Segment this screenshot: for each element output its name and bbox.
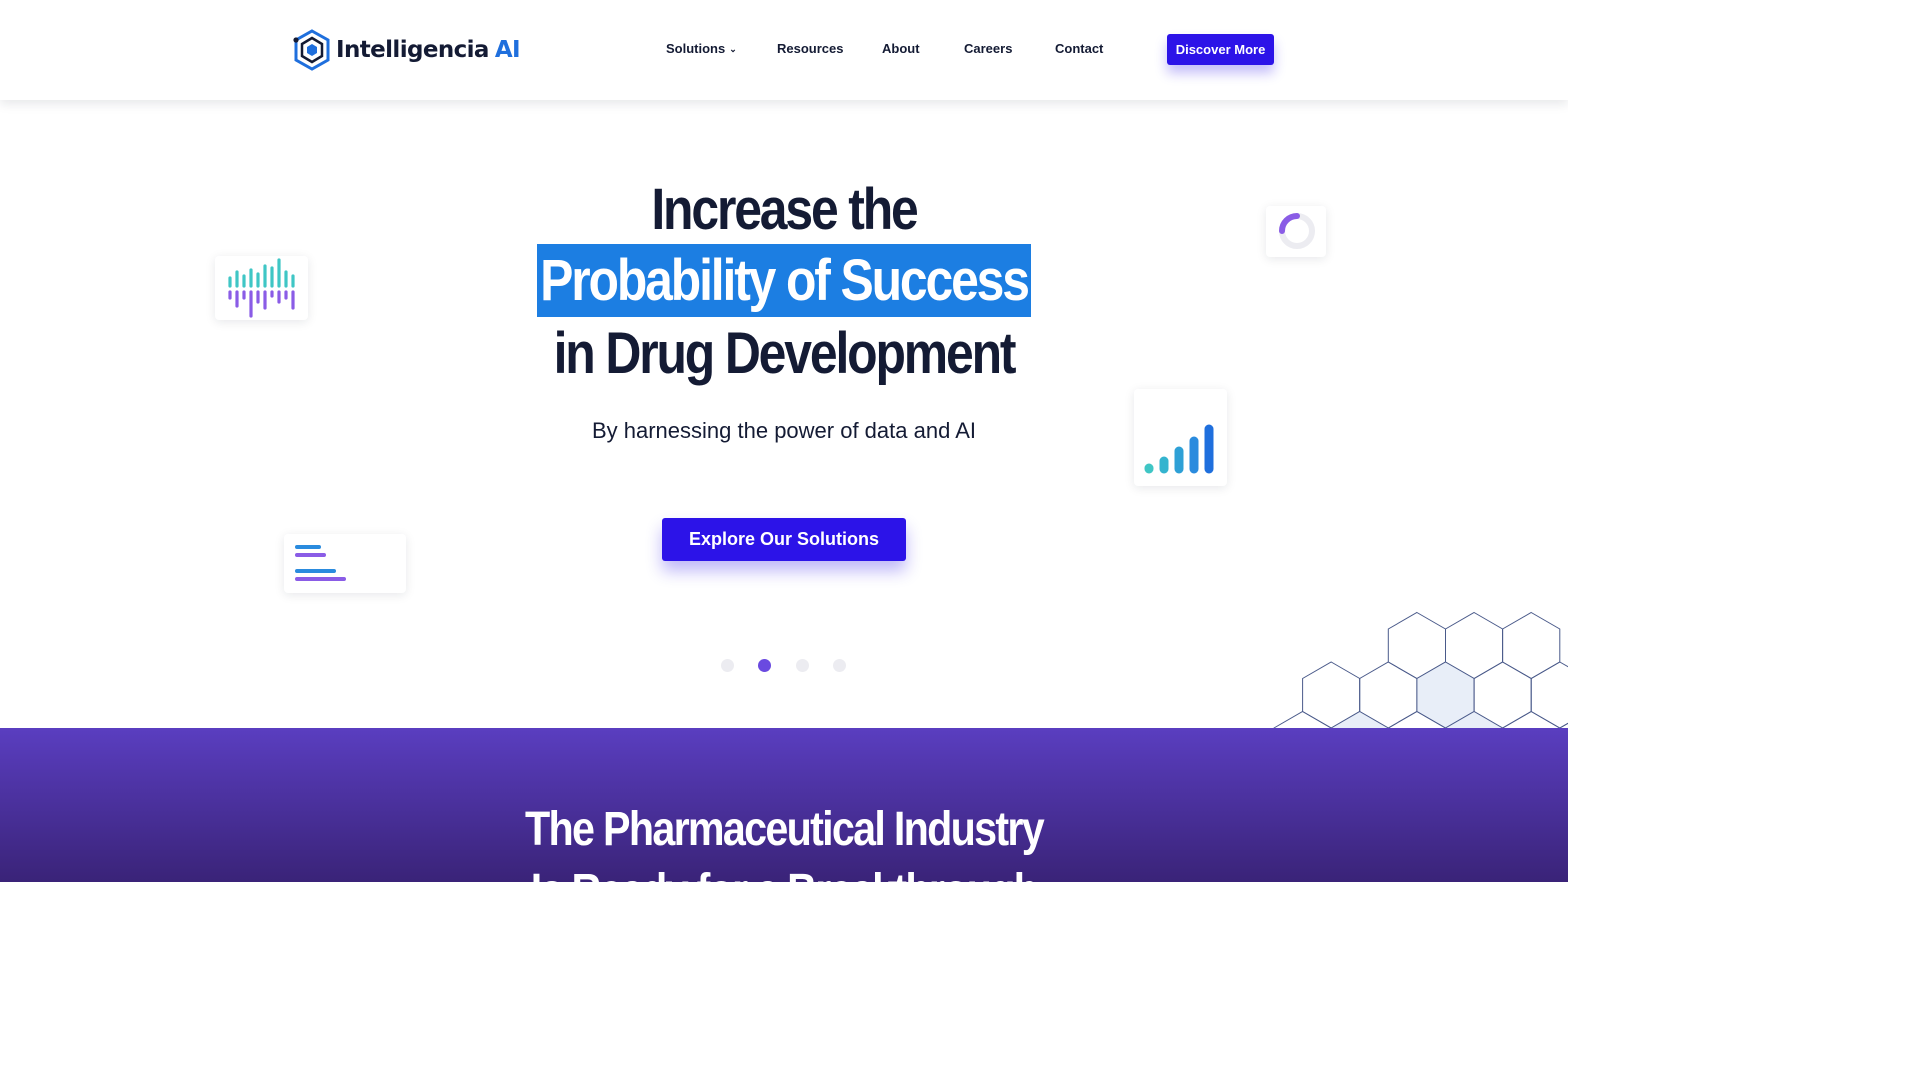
carousel-dot-4[interactable] — [833, 659, 846, 672]
nav-solutions[interactable]: Solutions ⌄ — [666, 41, 737, 56]
ring-card — [1266, 206, 1326, 257]
loading-ring-icon — [1279, 213, 1315, 249]
waveform-card — [215, 256, 308, 320]
horizontal-bars-icon — [295, 545, 346, 581]
nav-careers[interactable]: Careers — [964, 41, 1012, 56]
main-nav: Solutions ⌄ Resources About Careers Conta… — [0, 41, 1568, 61]
site-header: Intelligencia AI Solutions ⌄ Resources Abo… — [0, 0, 1568, 100]
hexagon-cell — [1502, 611, 1561, 680]
carousel-dot-2[interactable] — [758, 659, 771, 672]
industry-title-line1: The Pharmaceutical Industry — [525, 803, 1045, 856]
discover-more-button[interactable]: Discover More — [1167, 34, 1274, 65]
nav-about[interactable]: About — [882, 41, 920, 56]
waveform-bars-icon — [228, 258, 295, 318]
page: Intelligencia AI Solutions ⌄ Resources Abo… — [0, 0, 1568, 882]
carousel-dot-3[interactable] — [796, 659, 809, 672]
signal-bars-icon — [1144, 424, 1214, 474]
industry-section: The Pharmaceutical Industry Is Ready for… — [0, 728, 1568, 882]
industry-title-line2: Is Ready for a Breakthrough — [110, 864, 1458, 882]
hero-title-highlight: Probability of Success — [540, 248, 1030, 313]
hero-title-line1: Increase the — [651, 177, 918, 242]
hexagon-cell — [1530, 661, 1568, 729]
hero-title-line3: in Drug Development — [553, 321, 1017, 386]
signal-card — [1134, 389, 1227, 486]
hero-subtitle: By harnessing the power of data and AI — [591, 418, 977, 443]
bars-card — [284, 534, 406, 593]
explore-solutions-button[interactable]: Explore Our Solutions — [662, 518, 906, 561]
carousel-dot-1[interactable] — [721, 659, 734, 672]
nav-resources[interactable]: Resources — [777, 41, 843, 56]
hero-section: Increase the Probability of Success in D… — [0, 100, 1568, 828]
chevron-down-icon: ⌄ — [729, 44, 737, 54]
nav-contact[interactable]: Contact — [1055, 41, 1103, 56]
